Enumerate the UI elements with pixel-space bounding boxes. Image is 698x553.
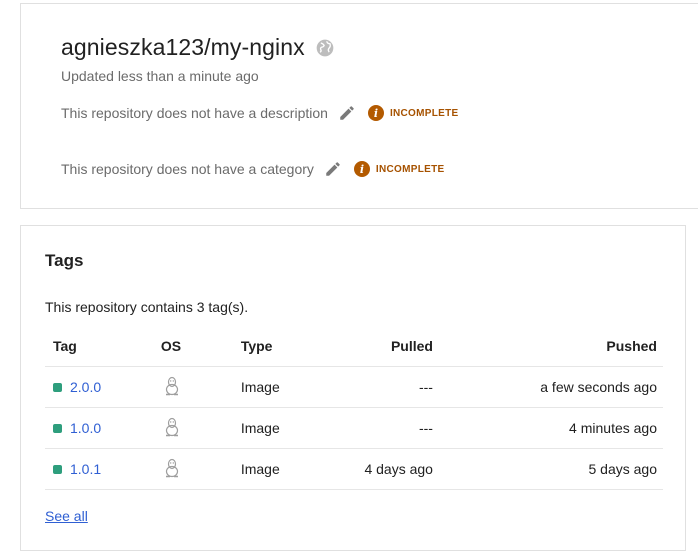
repo-title: agnieszka123/my-nginx xyxy=(61,34,305,60)
pulled-cell: --- xyxy=(348,407,433,449)
tag-link[interactable]: 2.0.0 xyxy=(53,379,101,395)
globe-icon xyxy=(316,39,334,56)
incomplete-badge: INCOMPLETE xyxy=(389,107,459,119)
type-cell: Image xyxy=(240,407,349,449)
os-cell xyxy=(160,366,241,408)
tags-table: Tag OS Type Pulled Pushed 2.0.0 Image --… xyxy=(45,326,663,490)
incomplete-badge: INCOMPLETE xyxy=(375,163,445,175)
status-dot xyxy=(53,464,62,474)
status-dot xyxy=(53,382,62,392)
linux-icon xyxy=(165,417,179,436)
column-header-tag: Tag xyxy=(45,326,161,367)
tag-name[interactable]: 2.0.0 xyxy=(70,379,101,395)
linux-icon xyxy=(165,376,179,395)
category-row: This repository does not have a category… xyxy=(61,160,444,178)
table-row: 1.0.0 Image --- 4 minutes ago xyxy=(45,407,663,449)
category-text: This repository does not have a category xyxy=(61,161,314,177)
tag-link[interactable]: 1.0.1 xyxy=(53,461,101,477)
repo-title-row: agnieszka123/my-nginx xyxy=(61,34,335,61)
info-icon: i xyxy=(367,105,384,121)
edit-description-pencil-icon[interactable] xyxy=(338,104,356,122)
type-cell: Image xyxy=(240,448,349,490)
column-header-os: OS xyxy=(160,326,241,367)
column-header-pulled: Pulled xyxy=(348,326,433,367)
column-header-pushed: Pushed xyxy=(432,326,663,367)
tag-link[interactable]: 1.0.0 xyxy=(53,420,101,436)
table-row: 2.0.0 Image --- a few seconds ago xyxy=(45,366,663,408)
pulled-cell: 4 days ago xyxy=(348,448,433,490)
tags-card: Tags This repository contains 3 tag(s). … xyxy=(20,225,686,551)
type-cell: Image xyxy=(240,366,349,408)
os-cell xyxy=(160,407,241,449)
description-row: This repository does not have a descript… xyxy=(61,104,459,122)
repository-info-card: agnieszka123/my-nginx Updated less than … xyxy=(20,3,698,209)
info-icon: i xyxy=(353,161,370,177)
linux-icon xyxy=(165,458,179,477)
pulled-cell: --- xyxy=(348,366,433,408)
description-text: This repository does not have a descript… xyxy=(61,105,328,121)
pushed-cell: a few seconds ago xyxy=(432,366,663,408)
see-all-link[interactable]: See all xyxy=(45,508,88,524)
column-header-type: Type xyxy=(240,326,349,367)
pushed-cell: 4 minutes ago xyxy=(432,407,663,449)
tag-name[interactable]: 1.0.0 xyxy=(70,420,101,436)
tags-summary: This repository contains 3 tag(s). xyxy=(45,299,249,315)
tags-heading: Tags xyxy=(45,251,84,270)
tag-cell: 1.0.1 xyxy=(45,448,161,490)
edit-category-pencil-icon[interactable] xyxy=(324,160,342,178)
os-cell xyxy=(160,448,241,490)
pushed-cell: 5 days ago xyxy=(432,448,663,490)
updated-text: Updated less than a minute ago xyxy=(61,68,259,84)
status-dot xyxy=(53,423,62,433)
table-header-row: Tag OS Type Pulled Pushed xyxy=(45,326,663,367)
table-row: 1.0.1 Image 4 days ago 5 days ago xyxy=(45,448,663,490)
tag-name[interactable]: 1.0.1 xyxy=(70,461,101,477)
tag-cell: 2.0.0 xyxy=(45,366,161,408)
tag-cell: 1.0.0 xyxy=(45,407,161,449)
